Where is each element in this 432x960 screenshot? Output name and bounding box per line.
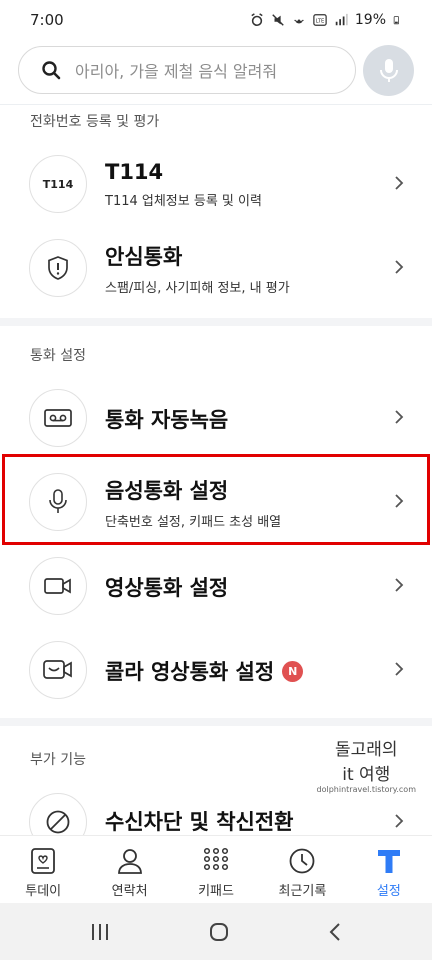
new-badge: N [282, 660, 304, 682]
nav-label-recent: 최근기록 [278, 884, 327, 899]
colla-video-title: 콜라 영상통화 설정 [105, 660, 275, 684]
nav-label-keypad: 키패드 [198, 884, 234, 899]
volte-icon: LTE [313, 14, 327, 26]
voice-search-button[interactable] [363, 45, 414, 96]
microphone-icon [379, 58, 398, 82]
menu-item-video-call-settings[interactable]: 영상통화 설정 [0, 544, 432, 628]
status-time: 7:00 [30, 11, 64, 29]
chevron-right-icon [395, 260, 404, 274]
person-icon [117, 849, 142, 874]
t114-title: T114 [105, 159, 164, 184]
nav-tab-keypad[interactable]: 키패드 [173, 836, 259, 903]
search-row: 아리아, 가을 제철 음식 알려줘 [18, 44, 414, 98]
battery-icon [393, 16, 399, 25]
nav-label-contacts: 연락처 [111, 884, 148, 899]
home-icon[interactable] [209, 922, 229, 942]
voicemail-tape-icon [29, 389, 87, 447]
today-icon [31, 848, 56, 874]
nav-tab-contacts[interactable]: 연락처 [86, 836, 172, 903]
t114-subtitle: T114 업체정보 등록 및 이력 [105, 193, 262, 209]
svg-text:LTE: LTE [316, 19, 325, 25]
status-icons: LTE 19% [250, 12, 402, 28]
menu-item-colla-video[interactable]: 콜라 영상통화 설정 N [0, 628, 432, 712]
chevron-right-icon [395, 814, 404, 828]
chevron-right-icon [395, 662, 404, 676]
t-logo-icon [377, 850, 400, 873]
watermark-line1: 돌고래의 [334, 740, 398, 760]
auto-record-title: 통화 자동녹음 [105, 408, 229, 432]
search-icon [42, 61, 61, 80]
search-placeholder: 아리아, 가을 제철 음식 알려줘 [75, 62, 278, 81]
top-divider [0, 104, 432, 105]
block-forward-title: 수신차단 및 착신전환 [105, 810, 294, 834]
search-input[interactable]: 아리아, 가을 제철 음식 알려줘 [18, 46, 356, 94]
chevron-right-icon [395, 578, 404, 592]
mute-icon [272, 14, 284, 26]
signal-icon [335, 13, 348, 26]
nav-tab-recent[interactable]: 최근기록 [259, 836, 345, 903]
hotspot-icon [294, 19, 304, 24]
t114-icon: T114 [29, 155, 87, 213]
battery-percent: 19% [354, 12, 386, 28]
chevron-right-icon [395, 410, 404, 424]
section-title-call-settings: 통화 설정 [30, 348, 86, 364]
t114-icon-label: T114 [42, 177, 74, 191]
nav-label-today: 투데이 [25, 884, 62, 899]
menu-item-t114[interactable]: T114 T114 T114 업체정보 등록 및 이력 [0, 142, 432, 226]
colla-video-icon [29, 641, 87, 699]
shield-icon [29, 239, 87, 297]
bottom-nav: 투데이 연락처 키패드 최근기록 설정 [0, 835, 432, 903]
menu-item-safe-call[interactable]: 안심통화 스팸/피싱, 사기피해 정보, 내 평가 [0, 226, 432, 310]
nav-tab-settings[interactable]: 설정 [346, 836, 432, 903]
back-icon[interactable] [328, 922, 342, 942]
section-gap [0, 718, 432, 726]
safe-call-subtitle: 스팸/피싱, 사기피해 정보, 내 평가 [105, 280, 290, 296]
system-nav-bar [0, 903, 432, 960]
nav-tab-today[interactable]: 투데이 [0, 836, 86, 903]
recent-apps-icon[interactable] [90, 923, 110, 941]
video-camera-icon [29, 557, 87, 615]
safe-call-title: 안심통화 [105, 244, 183, 269]
highlight-box [2, 454, 430, 545]
clock-icon [290, 848, 315, 874]
menu-item-auto-record[interactable]: 통화 자동녹음 [0, 376, 432, 460]
status-bar: 7:00 LTE 19% [0, 0, 432, 40]
video-call-title: 영상통화 설정 [105, 576, 229, 600]
chevron-right-icon [395, 176, 404, 190]
keypad-icon [203, 847, 229, 871]
alarm-icon [251, 13, 263, 27]
section-title-extra: 부가 기능 [30, 752, 86, 768]
section-gap [0, 318, 432, 326]
colla-video-title-row: 콜라 영상통화 설정 N [105, 656, 304, 686]
nav-label-settings: 설정 [376, 884, 401, 899]
section-title-registration: 전화번호 등록 및 평가 [30, 114, 160, 130]
